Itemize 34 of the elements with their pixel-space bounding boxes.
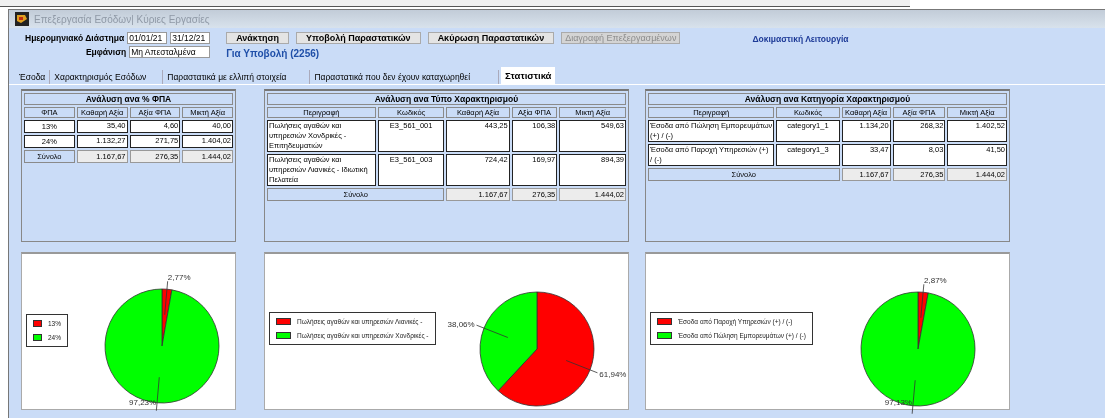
display-field[interactable]: Μη Απεσταλμένα	[129, 46, 211, 58]
table-title: Ανάλυση ανα % ΦΠΑ	[24, 93, 233, 105]
legend-swatch	[657, 318, 672, 325]
slice-label: 2,77%	[167, 273, 191, 283]
action-button[interactable]: Ακύρωση Παραστατικών	[427, 32, 555, 44]
slice-label: 97,23%	[129, 398, 157, 407]
legend-swatch	[33, 320, 42, 327]
date-range-label: Ημερομηνιακό Διάστημα	[25, 33, 125, 43]
action-button[interactable]: Ανάκτηση	[226, 32, 290, 44]
slice-label: 97,13%	[884, 398, 912, 407]
table-title: Ανάλυση ανα Τύπο Χαρακτηρισμού	[267, 93, 626, 105]
slice-label: 61,94%	[599, 370, 627, 380]
submit-count-link[interactable]: Για Υποβολή (2256)	[226, 48, 681, 59]
tab[interactable]: Στατιστικά	[501, 67, 556, 84]
leader-line	[155, 376, 160, 412]
date-from-field[interactable]: 01/01/21	[127, 32, 168, 44]
slice-label: 38,06%	[447, 319, 475, 329]
leader-line	[565, 360, 598, 374]
leader-line	[911, 379, 916, 415]
leader-line	[920, 283, 925, 319]
app-icon	[15, 12, 29, 26]
window-title: Επεξεργασία Εσόδων| Κύριες Εργασίες	[34, 13, 210, 25]
legend-swatch	[33, 334, 42, 341]
date-to-field[interactable]: 31/12/21	[170, 32, 211, 44]
table-title: Ανάλυση ανα Κατηγορία Χαρακτηρισμού	[648, 93, 1007, 105]
legend-swatch	[276, 332, 291, 339]
leader-line	[164, 280, 169, 316]
mode-label: Δοκιμαστική Λειτουργία	[752, 34, 849, 44]
action-button[interactable]: Υποβολή Παραστατικών	[296, 32, 421, 44]
display-label: Εμφάνιση	[85, 47, 127, 57]
leader-line	[476, 324, 509, 338]
legend-swatch	[657, 332, 672, 339]
slice-label: 2,87%	[924, 276, 947, 286]
legend-swatch	[276, 318, 291, 325]
